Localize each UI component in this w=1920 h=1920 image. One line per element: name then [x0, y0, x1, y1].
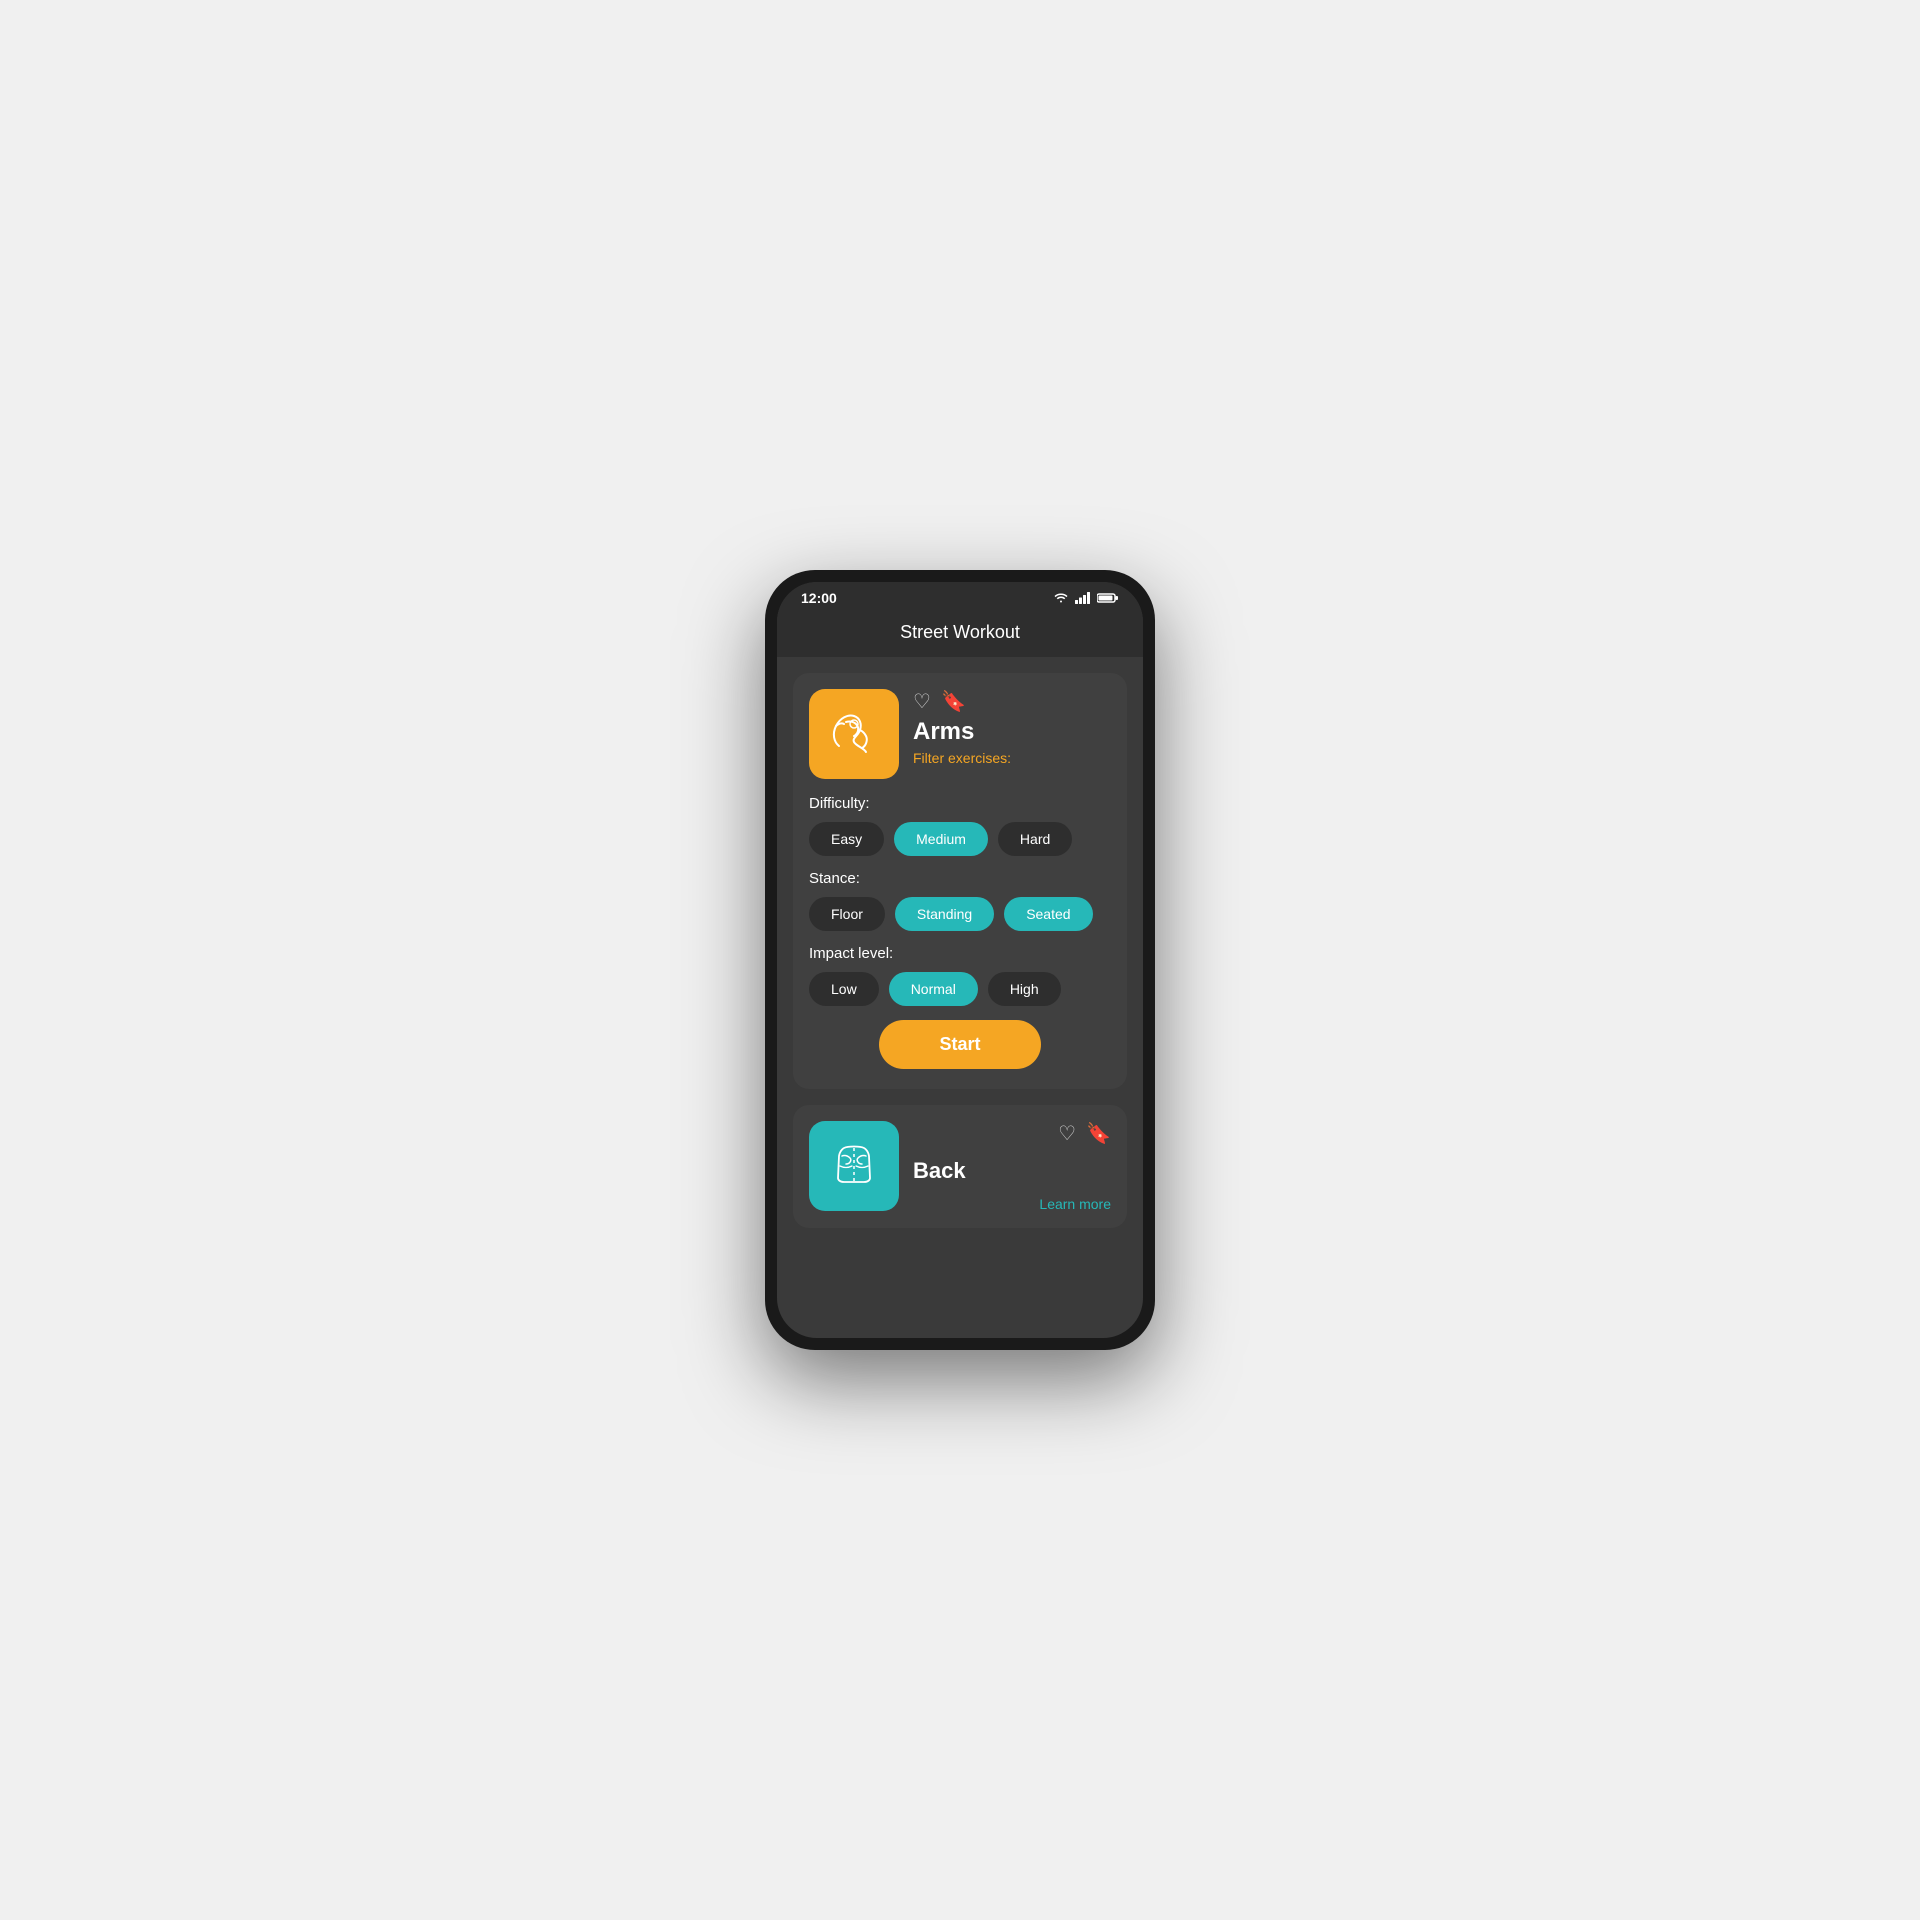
difficulty-buttons: Easy Medium Hard	[809, 822, 1111, 856]
impact-normal-btn[interactable]: Normal	[889, 972, 978, 1006]
status-icons	[1053, 592, 1119, 604]
back-heart-icon[interactable]: ♡	[1058, 1121, 1076, 1146]
arms-title-area: ♡ 🔖 Arms Filter exercises:	[913, 689, 1111, 766]
arms-card-header: ♡ 🔖 Arms Filter exercises:	[809, 689, 1111, 779]
back-bookmark-icon[interactable]: 🔖	[1086, 1121, 1111, 1146]
bookmark-icon[interactable]: 🔖	[941, 689, 966, 714]
stance-label: Stance:	[809, 870, 1111, 887]
arms-card-name: Arms	[913, 718, 1111, 746]
filter-exercises-label: Filter exercises:	[913, 750, 1111, 766]
impact-buttons: Low Normal High	[809, 972, 1111, 1006]
impact-label: Impact level:	[809, 945, 1111, 962]
wifi-icon	[1053, 592, 1069, 604]
difficulty-easy-btn[interactable]: Easy	[809, 822, 884, 856]
back-title-area: ♡ 🔖 Back Learn more	[913, 1121, 1111, 1212]
stance-seated-btn[interactable]: Seated	[1004, 897, 1092, 931]
start-container: Start	[809, 1020, 1111, 1069]
impact-high-btn[interactable]: High	[988, 972, 1061, 1006]
status-bar: 12:00	[777, 582, 1143, 612]
battery-icon	[1097, 592, 1119, 604]
difficulty-hard-btn[interactable]: Hard	[998, 822, 1072, 856]
app-title-bar: Street Workout	[777, 612, 1143, 657]
back-card-header: ♡ 🔖 Back Learn more	[809, 1121, 1111, 1212]
status-time: 12:00	[801, 590, 837, 606]
arms-card: ♡ 🔖 Arms Filter exercises: Difficulty: E…	[793, 673, 1127, 1089]
arms-icon-container	[809, 689, 899, 779]
content-area: ♡ 🔖 Arms Filter exercises: Difficulty: E…	[777, 657, 1143, 1338]
stance-section: Stance: Floor Standing Seated	[809, 870, 1111, 931]
learn-more-link[interactable]: Learn more	[913, 1196, 1111, 1212]
stance-floor-btn[interactable]: Floor	[809, 897, 885, 931]
impact-low-btn[interactable]: Low	[809, 972, 879, 1006]
signal-icon	[1075, 592, 1091, 604]
heart-icon[interactable]: ♡	[913, 689, 931, 714]
start-button[interactable]: Start	[879, 1020, 1040, 1069]
phone-screen: 12:00	[777, 582, 1143, 1338]
app-title: Street Workout	[900, 622, 1020, 642]
back-card-name: Back	[913, 1158, 1111, 1184]
stance-standing-btn[interactable]: Standing	[895, 897, 994, 931]
difficulty-section: Difficulty: Easy Medium Hard	[809, 795, 1111, 856]
stance-buttons: Floor Standing Seated	[809, 897, 1111, 931]
phone-frame: 12:00	[765, 570, 1155, 1350]
arms-muscle-icon	[824, 704, 884, 764]
back-muscle-icon	[824, 1136, 884, 1196]
back-card: ♡ 🔖 Back Learn more	[793, 1105, 1127, 1228]
difficulty-medium-btn[interactable]: Medium	[894, 822, 988, 856]
impact-section: Impact level: Low Normal High	[809, 945, 1111, 1006]
difficulty-label: Difficulty:	[809, 795, 1111, 812]
back-actions: ♡ 🔖	[1058, 1121, 1111, 1146]
arms-actions: ♡ 🔖	[913, 689, 1111, 714]
back-icon-container	[809, 1121, 899, 1211]
